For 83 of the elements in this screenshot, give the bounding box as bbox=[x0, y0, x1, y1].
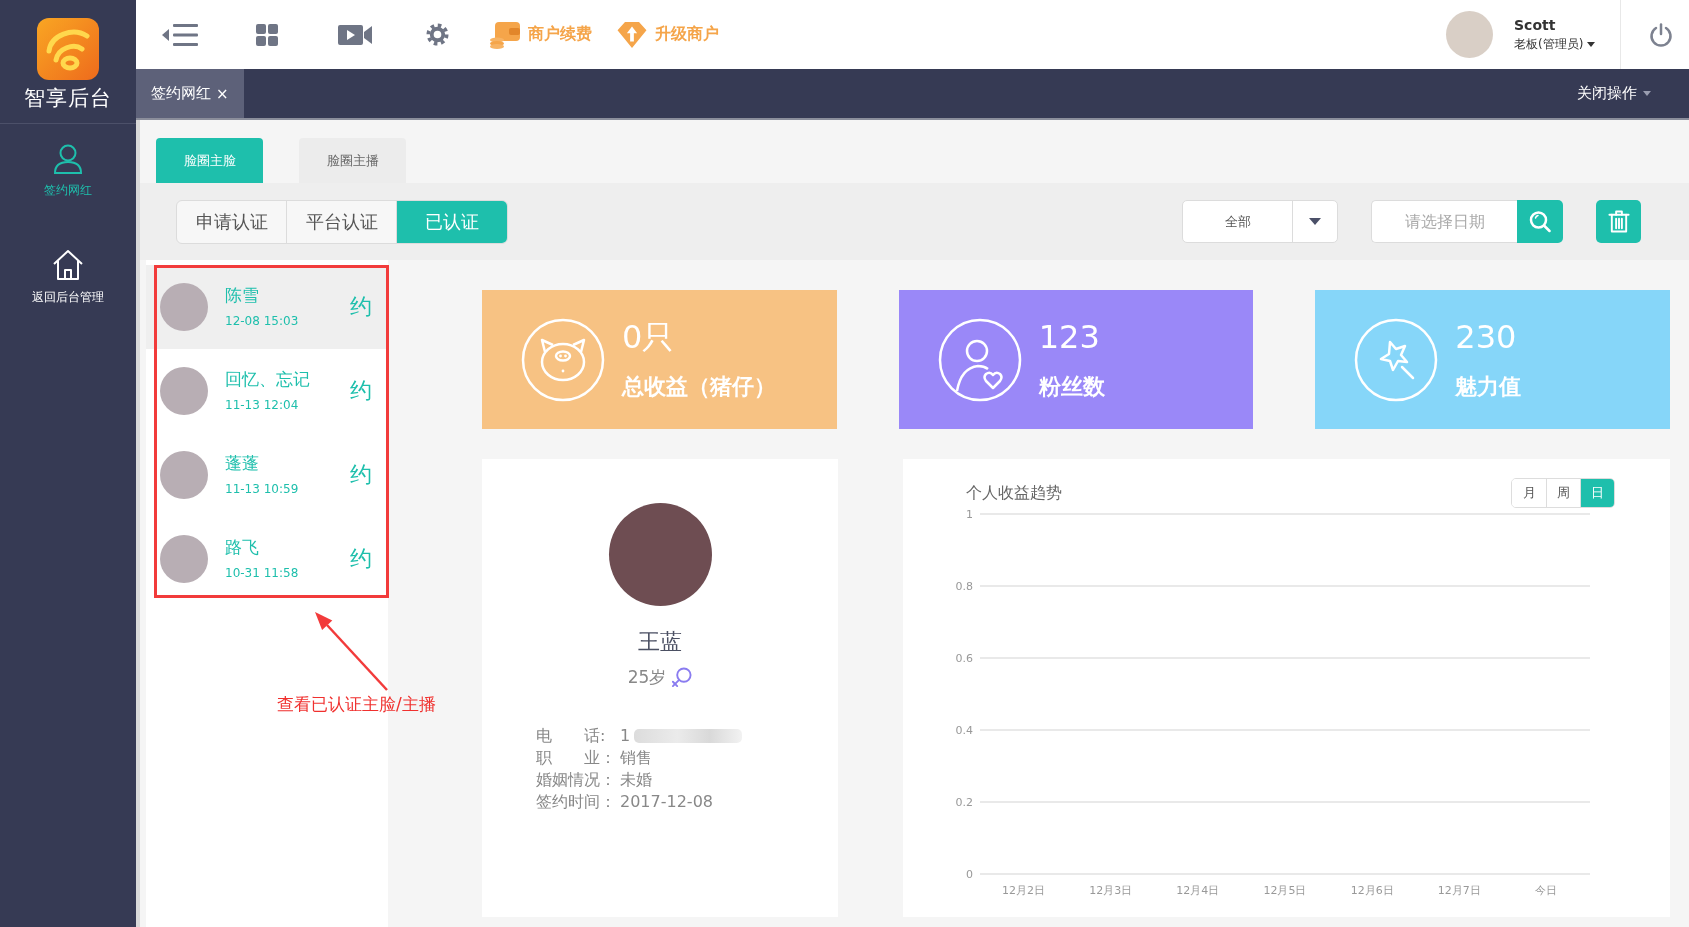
x-tick-label: 12月7日 bbox=[1437, 884, 1481, 897]
avatar bbox=[160, 283, 208, 331]
app-title: 智享后台 bbox=[24, 85, 112, 111]
field-label: 签约时间： bbox=[536, 791, 617, 813]
contact-time: 11-13 10:59 bbox=[225, 482, 299, 497]
contact-time: 11-13 12:04 bbox=[225, 398, 300, 413]
field-value: 销售 bbox=[620, 747, 652, 769]
period-button[interactable]: 日 bbox=[1580, 479, 1614, 507]
contact-name: 路飞 bbox=[225, 537, 260, 558]
chart-title: 个人收益趋势 bbox=[966, 482, 1062, 504]
search-icon bbox=[1529, 210, 1551, 233]
invite-button[interactable]: 约 bbox=[350, 376, 372, 406]
close-button[interactable]: × bbox=[216, 84, 229, 103]
x-tick-label: 12月3日 bbox=[1089, 884, 1133, 897]
settings-icon[interactable] bbox=[426, 23, 449, 46]
status-tab[interactable]: 已认证 bbox=[397, 200, 507, 243]
page-tab[interactable]: 签约网红 × bbox=[136, 69, 244, 118]
y-tick-label: 0 bbox=[966, 868, 973, 881]
x-tick-label: 12月6日 bbox=[1350, 884, 1394, 897]
invite-button[interactable]: 约 bbox=[350, 292, 372, 322]
x-tick-label: 今日 bbox=[1535, 884, 1558, 897]
menu-dropdown-button[interactable]: 关闭操作 bbox=[1577, 84, 1651, 103]
sidebar-item[interactable]: 返回后台管理 bbox=[32, 249, 104, 306]
select-field[interactable]: 全部 bbox=[1182, 200, 1338, 243]
star-wand-icon bbox=[1354, 317, 1439, 402]
female-icon bbox=[671, 666, 693, 688]
field-value: 2017-12-08 bbox=[620, 791, 713, 813]
y-tick-label: 0.2 bbox=[955, 796, 973, 809]
status-tab[interactable]: 申请认证 bbox=[177, 200, 287, 243]
power-icon[interactable] bbox=[1649, 22, 1673, 47]
field-label: 婚姻情况： bbox=[536, 769, 617, 791]
field-label: 电 话: bbox=[536, 725, 607, 747]
x-tick-label: 12月4日 bbox=[1176, 884, 1220, 897]
role-dropdown[interactable]: 老板(管理员) bbox=[1514, 35, 1600, 53]
y-tick-label: 0.6 bbox=[955, 652, 973, 665]
stat-value: 123 bbox=[1038, 317, 1101, 357]
trash-icon bbox=[1607, 210, 1630, 233]
avatar bbox=[160, 367, 208, 415]
profile-age: 25岁 bbox=[627, 666, 667, 689]
stat-label: 魅力值 bbox=[1455, 373, 1522, 401]
logo-icon bbox=[37, 18, 99, 80]
field-label: 职 业： bbox=[536, 747, 617, 769]
pig-icon bbox=[521, 317, 605, 402]
invite-button[interactable]: 约 bbox=[350, 460, 372, 490]
user-icon bbox=[53, 144, 83, 174]
stat-value: 230 bbox=[1455, 317, 1518, 357]
caret-down-icon bbox=[1643, 91, 1651, 96]
field-value: 未婚 bbox=[620, 769, 652, 791]
y-tick-label: 0.4 bbox=[955, 724, 973, 737]
date-field[interactable]: 请选择日期 bbox=[1371, 200, 1517, 243]
caret-down-icon bbox=[1309, 218, 1321, 225]
video-camera-icon[interactable] bbox=[338, 23, 372, 46]
grid-icon[interactable] bbox=[256, 23, 278, 46]
contact-name: 陈雪 bbox=[225, 285, 260, 306]
contact-name: 蓬蓬 bbox=[225, 453, 260, 474]
avatar bbox=[160, 451, 208, 499]
contact-time: 12-08 15:03 bbox=[225, 314, 299, 329]
toolbar-link[interactable]: 升级商户 bbox=[617, 20, 719, 49]
contact-time: 10-31 11:58 bbox=[225, 566, 299, 581]
stat-label: 粉丝数 bbox=[1038, 373, 1105, 401]
x-tick-label: 12月2日 bbox=[1002, 884, 1046, 897]
field-value: 1 bbox=[620, 725, 631, 747]
wallet-icon bbox=[490, 20, 520, 49]
user-name: Scott bbox=[1514, 16, 1557, 33]
category-tab[interactable]: 脸圈主播 bbox=[299, 138, 406, 183]
toolbar-link[interactable]: 商户续费 bbox=[490, 20, 592, 49]
annotation-text: 查看已认证主脸/主播 bbox=[277, 693, 436, 716]
stat-value: 0只 bbox=[622, 317, 676, 357]
list-item[interactable]: 陈雪 12-08 15:03 约 bbox=[146, 265, 388, 349]
sidebar-item[interactable]: 签约网红 bbox=[44, 144, 92, 199]
y-tick-label: 1 bbox=[966, 508, 973, 521]
x-tick-label: 12月5日 bbox=[1263, 884, 1307, 897]
menu-icon[interactable] bbox=[162, 23, 198, 46]
avatar bbox=[160, 535, 208, 583]
profile-name: 王蓝 bbox=[638, 628, 682, 656]
y-tick-label: 0.8 bbox=[955, 580, 973, 593]
diamond-arrow-icon bbox=[617, 20, 647, 49]
category-tab[interactable]: 脸圈主脸 bbox=[156, 138, 263, 183]
caret-down-icon bbox=[1587, 41, 1596, 47]
contact-name: 回忆、忘记 bbox=[225, 369, 310, 390]
stat-label: 总收益（猪仔） bbox=[622, 373, 776, 401]
invite-button[interactable]: 约 bbox=[350, 544, 372, 574]
home-icon bbox=[52, 249, 84, 281]
